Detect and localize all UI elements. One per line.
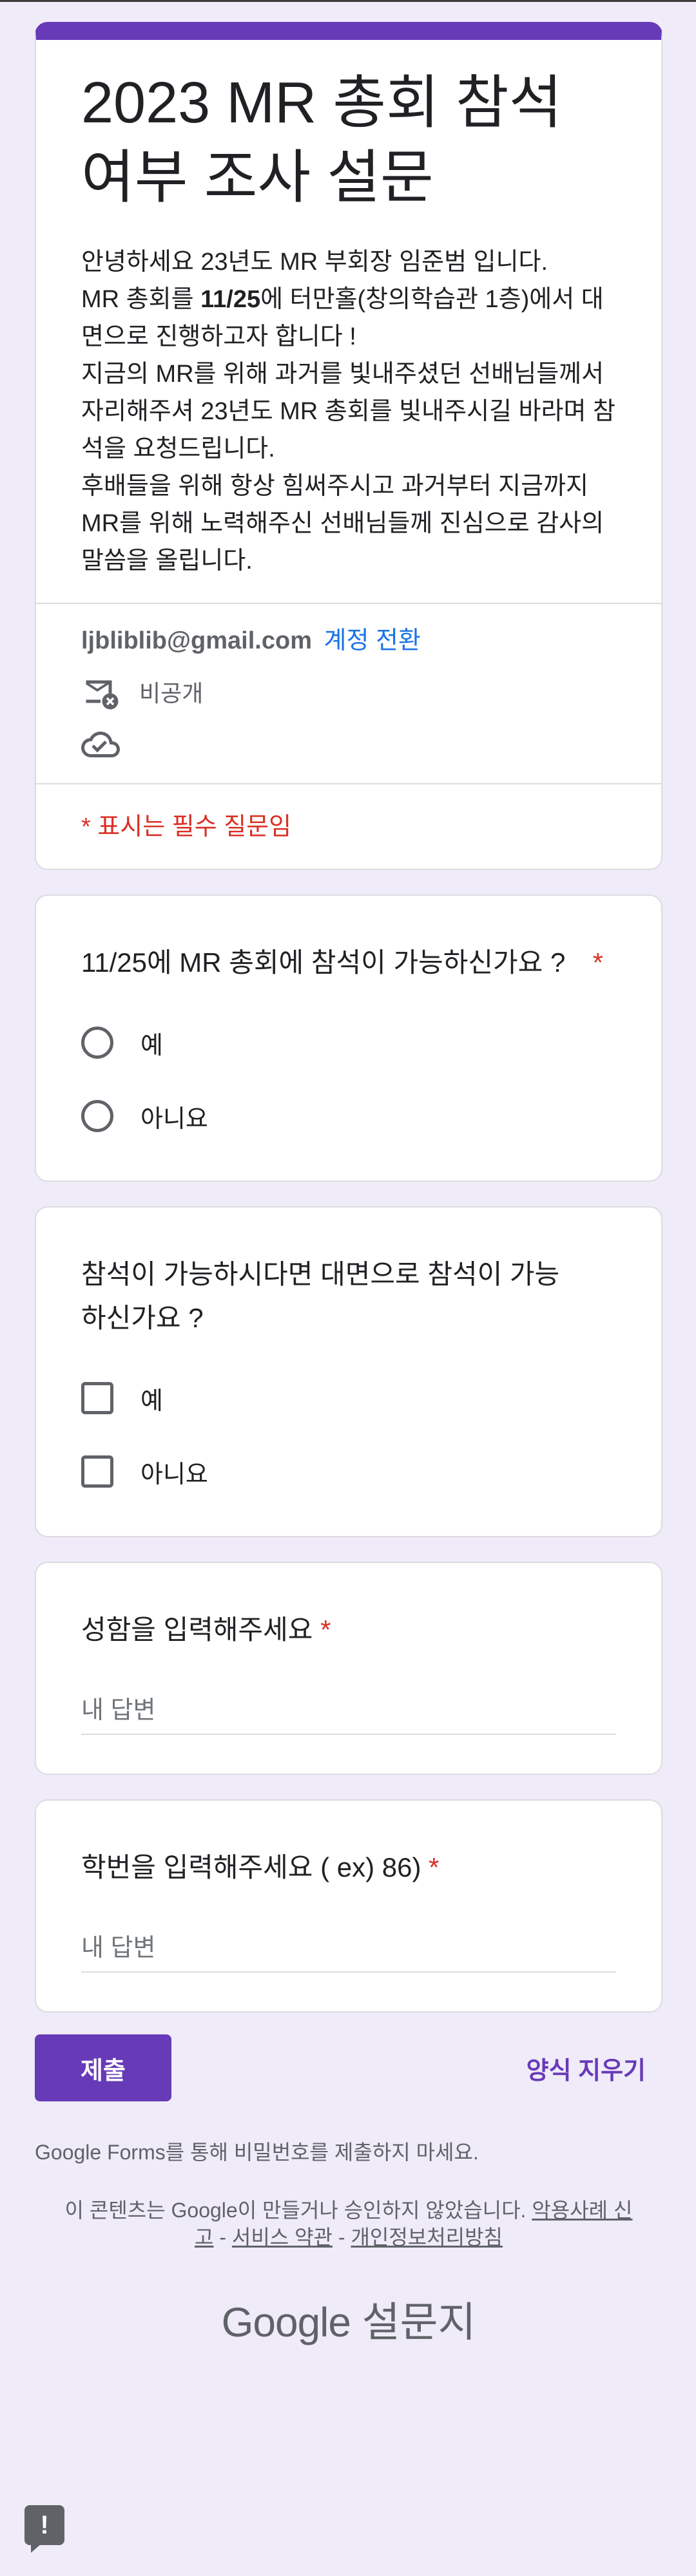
checkbox-option-no[interactable]: 아니요 xyxy=(81,1446,616,1497)
question-title: 참석이 가능하시다면 대면으로 참석이 가능하신가요 ? xyxy=(81,1253,616,1340)
form-container: 2023 MR 총회 참석 여부 조사 설문 안녕하세요 23년도 MR 부회장… xyxy=(35,22,662,2349)
form-header-card: 2023 MR 총회 참석 여부 조사 설문 안녕하세요 23년도 MR 부회장… xyxy=(35,22,662,870)
disclaimer-text: 이 콘텐츠는 Google이 만들거나 승인하지 않았습니다. xyxy=(64,2199,532,2222)
option-label: 아니요 xyxy=(140,1105,208,1133)
radio-option-yes[interactable]: 예 xyxy=(81,1017,616,1068)
cloud-check-icon xyxy=(81,732,120,757)
required-note: * 표시는 필수 질문임 xyxy=(81,813,292,840)
required-asterisk: * xyxy=(429,1852,440,1882)
radio-button[interactable] xyxy=(81,1100,113,1132)
required-asterisk: * xyxy=(320,1615,331,1645)
question-card-attendance: 11/25에 MR 총회에 참석이 가능하신가요 ? * 예 아니요 xyxy=(35,895,662,1182)
form-title: 2023 MR 총회 참석 여부 조사 설문 xyxy=(81,71,563,210)
description-text: MR 총회를 xyxy=(81,286,201,313)
option-label: 예 xyxy=(140,1387,163,1415)
privacy-row: 비공개 xyxy=(81,672,616,711)
google-forms-logo[interactable]: Google 설문지 xyxy=(35,2289,662,2349)
report-icon-glyph: ! xyxy=(40,2510,49,2539)
question-text: 11/25에 MR 총회에 참석이 가능하신가요 ? xyxy=(81,947,566,978)
clear-form-button[interactable]: 양식 지우기 xyxy=(527,2050,662,2086)
account-email: ljbliblib@gmail.com xyxy=(81,627,312,654)
switch-account-link[interactable]: 계정 전환 xyxy=(324,627,421,654)
email-not-shared-icon xyxy=(86,680,119,710)
name-input[interactable] xyxy=(81,1697,616,1725)
description-line: 안녕하세요 23년도 MR 부회장 임준범 입니다. xyxy=(81,249,548,276)
top-border xyxy=(0,0,696,2)
checkbox[interactable] xyxy=(81,1455,113,1488)
radio-option-no[interactable]: 아니요 xyxy=(81,1090,616,1142)
description-line: 지금의 MR를 위해 과거를 빛내주셨던 선배님들께서 자리해주셔 23년도 M… xyxy=(81,361,615,462)
terms-link[interactable]: 서비스 약관 xyxy=(232,2226,333,2249)
privacy-label: 비공개 xyxy=(139,680,204,706)
separator: - xyxy=(213,2226,232,2249)
question-title: 학번을 입력해주세요 ( ex) 86) * xyxy=(81,1846,616,1889)
separator: - xyxy=(333,2226,351,2249)
question-text: 참석이 가능하시다면 대면으로 참석이 가능하신가요 ? xyxy=(81,1259,560,1333)
checkbox[interactable] xyxy=(81,1382,113,1414)
password-warning: Google Forms를 통해 비밀번호를 제출하지 마세요. xyxy=(35,2141,479,2164)
account-section: ljbliblib@gmail.com 계정 전환 비공개 xyxy=(36,604,661,783)
saved-row xyxy=(81,725,616,764)
description-line: MR 총회를 11/25에 터만홀(창의학습관 1층)에서 대면으로 진행하고자… xyxy=(81,281,616,355)
form-description: 안녕하세요 23년도 MR 부회장 임준범 입니다. MR 총회를 11/25에… xyxy=(81,243,616,580)
radio-group: 예 아니요 xyxy=(81,1017,616,1142)
question-text: 성함을 입력해주세요 xyxy=(81,1615,313,1645)
student-id-input[interactable] xyxy=(81,1935,616,1962)
brand-google: Google xyxy=(221,2299,351,2345)
question-card-name: 성함을 입력해주세요 * xyxy=(35,1562,662,1775)
description-line: 후배들을 위해 항상 힘써주시고 과거부터 지금까지 MR를 위해 노력해주신 … xyxy=(81,473,604,574)
question-card-student-id: 학번을 입력해주세요 ( ex) 86) * xyxy=(35,1799,662,2012)
privacy-policy-link[interactable]: 개인정보처리방침 xyxy=(351,2226,503,2249)
disclaimer: 이 콘텐츠는 Google이 만들거나 승인하지 않았습니다. 악용사례 신고 … xyxy=(35,2197,662,2251)
description-date: 11/25 xyxy=(200,286,261,313)
submit-button[interactable]: 제출 xyxy=(35,2034,171,2101)
required-asterisk: * xyxy=(592,947,603,978)
checkbox-group: 예 아니요 xyxy=(81,1372,616,1497)
form-actions: 제출 양식 지우기 xyxy=(35,2034,662,2101)
option-label: 예 xyxy=(140,1032,163,1059)
radio-button[interactable] xyxy=(81,1027,113,1059)
question-title: 성함을 입력해주세요 * xyxy=(81,1608,616,1652)
question-card-in-person: 참석이 가능하시다면 대면으로 참석이 가능하신가요 ? 예 아니요 xyxy=(35,1206,662,1537)
option-label: 아니요 xyxy=(140,1461,208,1488)
answer-field xyxy=(81,1935,616,1973)
question-text: 학번을 입력해주세요 ( ex) 86) xyxy=(81,1852,421,1882)
report-feedback-icon[interactable]: ! xyxy=(24,2505,64,2553)
checkbox-option-yes[interactable]: 예 xyxy=(81,1372,616,1424)
question-title: 11/25에 MR 총회에 참석이 가능하신가요 ? * xyxy=(81,941,616,985)
answer-field xyxy=(81,1697,616,1735)
brand-product: 설문지 xyxy=(362,2299,476,2345)
